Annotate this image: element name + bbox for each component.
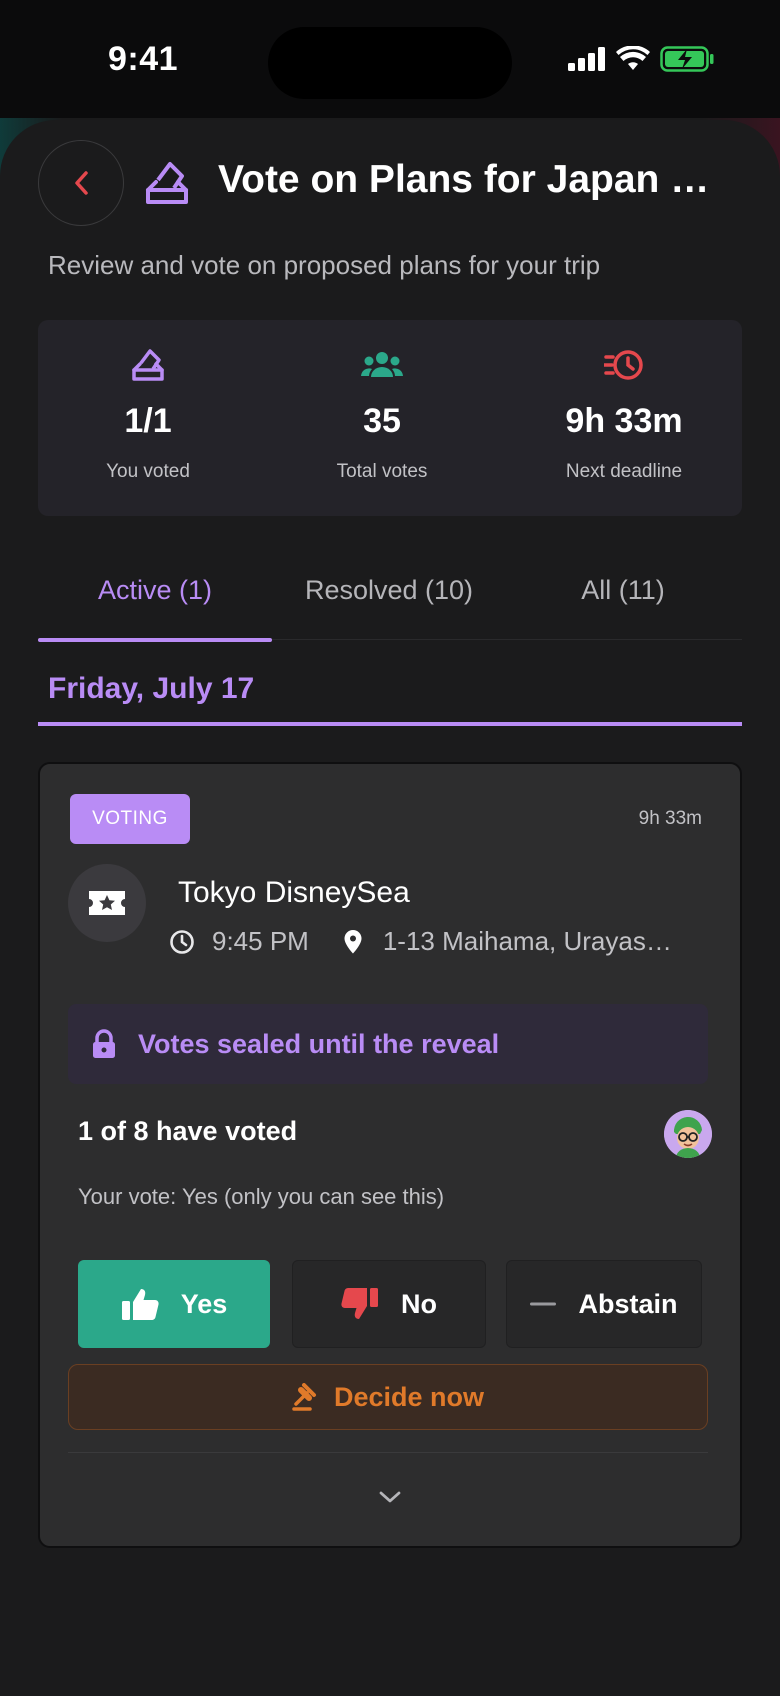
sealed-text: Votes sealed until the reveal — [138, 1028, 500, 1059]
battery-charging-icon — [660, 46, 714, 72]
tab-active[interactable]: Active (1) — [38, 540, 272, 642]
signal-icon — [568, 47, 605, 71]
ballot-icon — [146, 162, 188, 204]
ticket-star-icon — [89, 891, 125, 915]
thumbs-down-icon — [341, 1288, 378, 1319]
ballot-icon — [131, 346, 165, 384]
vote-no-label: No — [401, 1288, 437, 1319]
votes-sealed-banner: Votes sealed until the reveal — [68, 1004, 708, 1084]
divider — [68, 1452, 708, 1453]
plan-address: 1-13 Maihama, Urayasu,… — [382, 926, 683, 956]
status-bar: 9:41 — [0, 0, 780, 120]
stat-label: You voted — [106, 461, 190, 482]
stat-you-voted: 1/1 You voted — [38, 320, 258, 516]
filter-tabs: Active (1) Resolved (10) All (11) — [38, 540, 742, 642]
dynamic-island — [268, 27, 512, 99]
tab-label: Active (1) — [97, 574, 213, 605]
stat-value: 1/1 — [124, 402, 172, 440]
status-time: 9:41 — [108, 40, 179, 78]
stat-total-votes: 35 Total votes — [272, 320, 492, 516]
plan-card: VOTING 9h 33m Tokyo DisneySea 9:45 PM 1-… — [38, 762, 742, 1548]
voted-count: 1 of 8 have voted — [78, 1116, 298, 1146]
stat-value: 35 — [363, 402, 401, 440]
decide-now-label: Decide now — [333, 1381, 485, 1412]
avatar[interactable] — [664, 1110, 712, 1158]
clock-fast-icon — [604, 346, 644, 384]
vote-abstain-button[interactable]: Abstain — [506, 1260, 702, 1348]
status-badge: VOTING — [70, 794, 190, 844]
place-name: Tokyo DisneySea — [178, 876, 410, 909]
wifi-icon — [616, 46, 650, 70]
tab-resolved[interactable]: Resolved (10) — [272, 540, 506, 640]
page-subtitle: Review and vote on proposed plans for yo… — [48, 250, 601, 280]
your-vote-text: Your vote: Yes (only you can see this) — [78, 1184, 445, 1209]
vote-no-button[interactable]: No — [292, 1260, 486, 1348]
card-timer: 9h 33m — [638, 808, 702, 829]
decide-now-button[interactable]: Decide now — [68, 1364, 708, 1430]
day-title: Friday, July 17 — [48, 672, 255, 705]
back-button[interactable] — [38, 140, 124, 226]
users-icon — [361, 346, 403, 384]
stat-next-deadline: 9h 33m Next deadline — [506, 320, 742, 516]
chevron-down-icon — [379, 1491, 401, 1503]
day-header: Friday, July 17 — [38, 668, 742, 726]
stat-label: Next deadline — [565, 461, 683, 482]
meta-row: 9:45 PM 1-13 Maihama, Urayasu,… — [168, 926, 728, 957]
stats-panel: 1/1 You voted 35 Total votes 9h 33m Next… — [38, 320, 742, 516]
plan-time: 9:45 PM — [212, 926, 309, 956]
vote-yes-button[interactable]: Yes — [78, 1260, 270, 1348]
location-pin-icon — [339, 928, 367, 956]
gavel-icon — [292, 1383, 316, 1411]
vote-abstain-label: Abstain — [578, 1288, 678, 1319]
status-icons — [568, 46, 714, 72]
tab-underline — [38, 638, 272, 642]
tab-all[interactable]: All (11) — [506, 540, 740, 640]
thumbs-up-icon — [121, 1289, 159, 1320]
vote-yes-label: Yes — [180, 1288, 228, 1319]
stat-label: Total votes — [336, 461, 428, 482]
clock-icon — [168, 928, 196, 956]
lock-icon — [93, 1029, 115, 1058]
tab-label: Resolved (10) — [304, 574, 474, 605]
minus-icon — [530, 1302, 557, 1306]
chevron-left-icon — [75, 171, 88, 195]
place-avatar — [68, 864, 146, 942]
stat-value: 9h 33m — [565, 402, 683, 440]
page-title: Vote on Plans for Japan wit… — [218, 158, 738, 201]
expand-button[interactable] — [370, 1482, 410, 1512]
tab-label: All (11) — [581, 574, 665, 605]
